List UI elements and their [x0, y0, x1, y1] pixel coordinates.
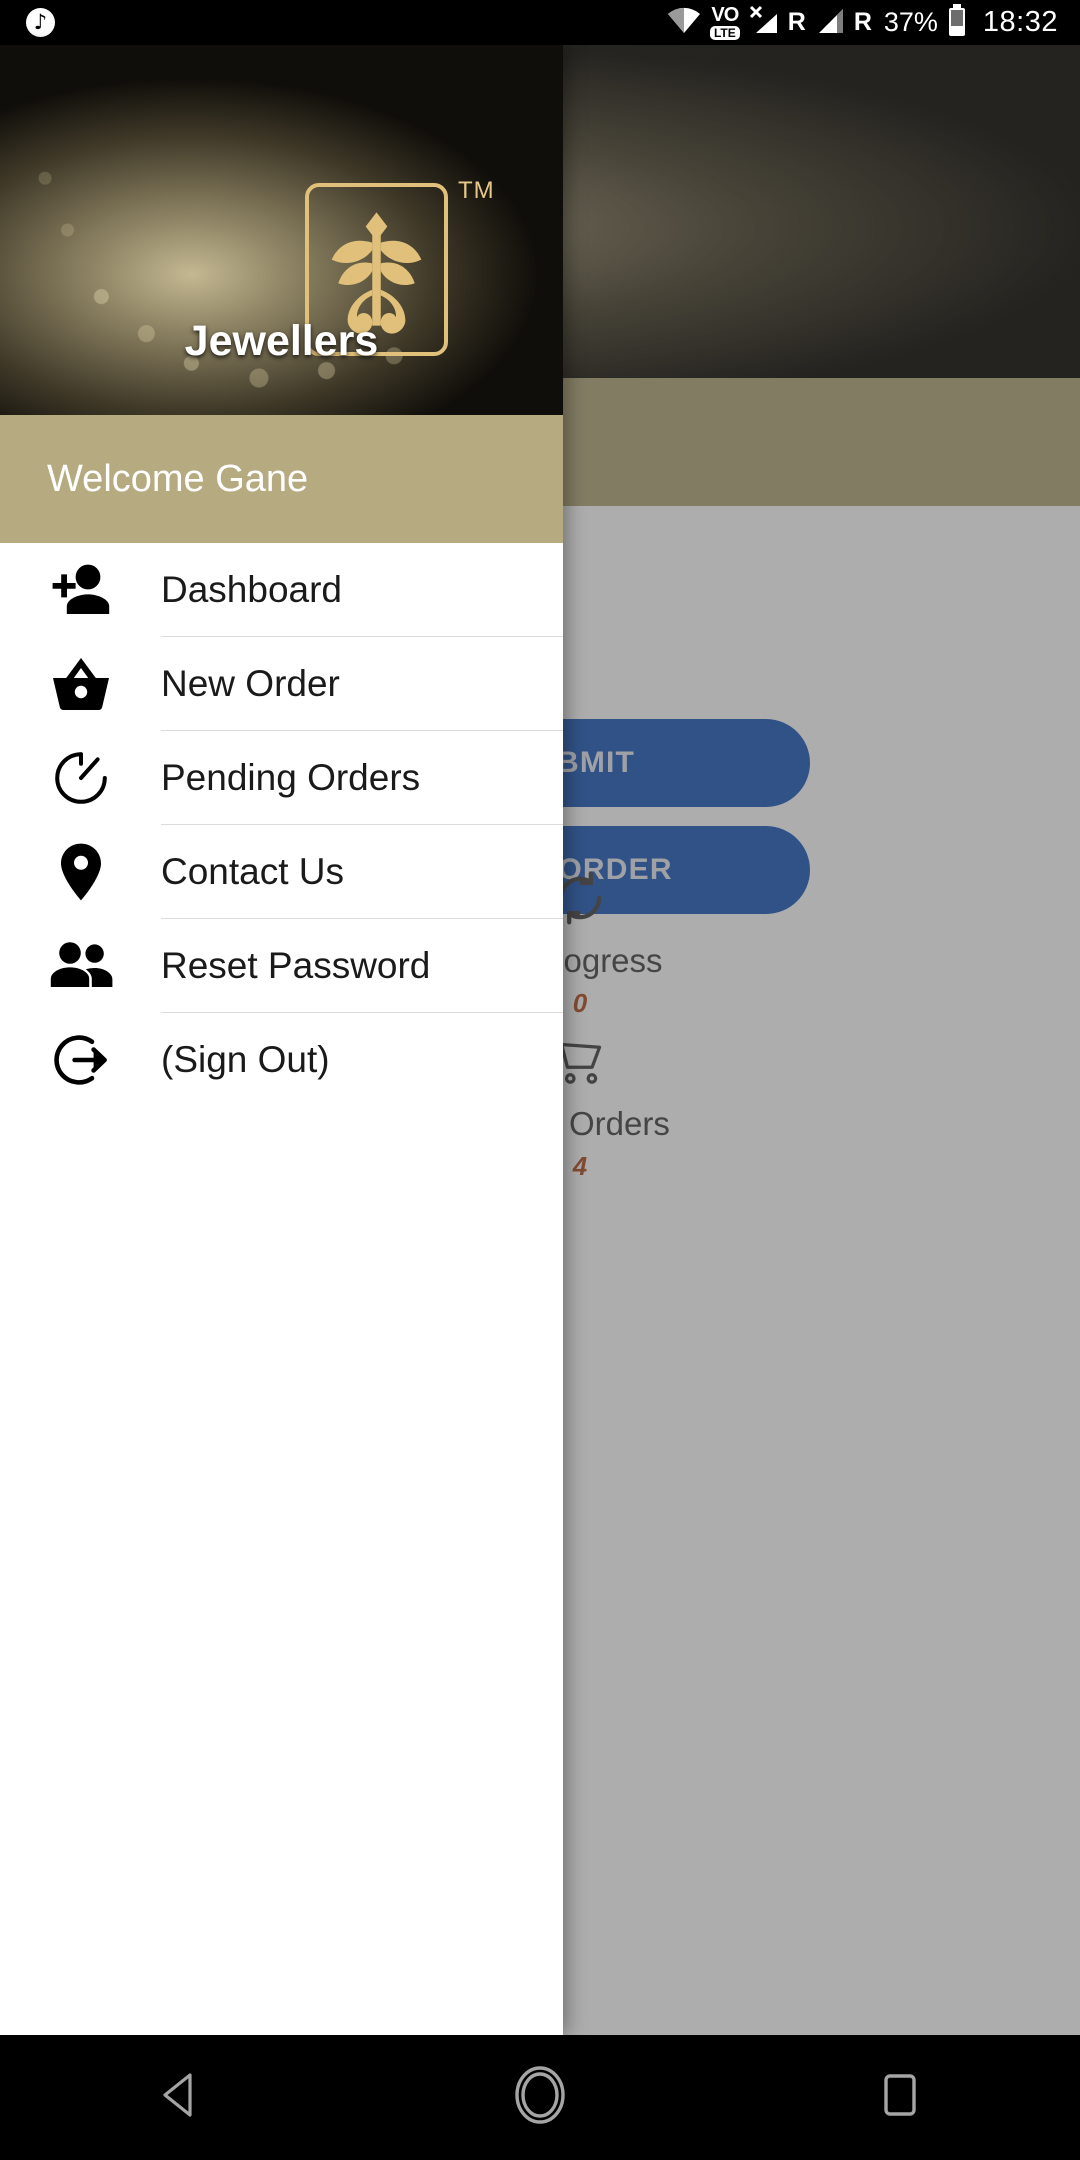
sidebar-item-new-order[interactable]: New Order [0, 637, 563, 730]
drawer-menu: Dashboard New Order Pending Orders Conta… [0, 543, 563, 1106]
volte-icon: VO LTE [709, 4, 740, 40]
trademark-label: TM [458, 177, 495, 204]
welcome-user-label: Welcome Gane [47, 457, 309, 500]
people-icon [0, 941, 161, 991]
home-button[interactable] [440, 2035, 640, 2160]
sidebar-item-dashboard[interactable]: Dashboard [0, 543, 563, 636]
back-triangle-icon [160, 2072, 200, 2123]
roaming-indicator-1: R [787, 8, 806, 36]
wifi-icon [667, 6, 701, 39]
android-navigation-bar [0, 2035, 1080, 2160]
sidebar-item-label: Reset Password [161, 944, 431, 986]
back-button[interactable] [80, 2035, 280, 2160]
shopping-basket-icon [0, 656, 161, 712]
recents-square-icon [883, 2073, 917, 2122]
clock-label: 18:32 [982, 6, 1058, 38]
drawer-welcome-band: Welcome Gane [0, 415, 563, 543]
battery-icon [947, 4, 967, 41]
navigation-drawer: TM Jewellers Welcome Gane Dashboard New … [0, 45, 563, 2035]
sidebar-item-sign-out[interactable]: (Sign Out) [0, 1013, 563, 1106]
battery-percent-label: 37% [883, 7, 938, 37]
volte-label-top: VO [711, 4, 739, 26]
sidebar-item-label: (Sign Out) [161, 1038, 330, 1080]
roaming-indicator-2: R [853, 8, 872, 36]
home-circle-icon [514, 2065, 566, 2130]
sidebar-item-contact-us[interactable]: Contact Us [0, 825, 563, 918]
recents-button[interactable] [800, 2035, 1000, 2160]
status-bar-right: VO LTE R R 37% 18:32 [667, 4, 1080, 41]
brand-name-label: Jewellers [184, 317, 379, 365]
sidebar-item-pending-orders[interactable]: Pending Orders [0, 731, 563, 824]
sidebar-item-label: Dashboard [161, 568, 343, 610]
sidebar-item-label: Contact Us [161, 850, 345, 892]
drawer-scrim[interactable] [563, 45, 1080, 2035]
phone-screen: ♪ VO LTE R R 37% 18:32 SUBMIT NEW ORDER … [0, 0, 1080, 2160]
sidebar-item-label: Pending Orders [161, 756, 421, 798]
sidebar-item-reset-password[interactable]: Reset Password [0, 919, 563, 1012]
location-pin-icon [0, 842, 161, 902]
volte-label-bottom: LTE [709, 26, 740, 40]
status-bar: ♪ VO LTE R R 37% 18:32 [0, 0, 1080, 45]
timer-icon [0, 749, 161, 807]
signal-bars-icon [815, 5, 845, 40]
sidebar-item-label: New Order [161, 662, 340, 704]
person-add-icon [0, 562, 161, 618]
sign-out-icon [0, 1031, 161, 1089]
music-note-icon: ♪ [26, 8, 55, 37]
drawer-header: TM Jewellers [0, 45, 563, 415]
signal-no-service-icon [749, 5, 779, 40]
status-bar-left: ♪ [0, 8, 55, 37]
